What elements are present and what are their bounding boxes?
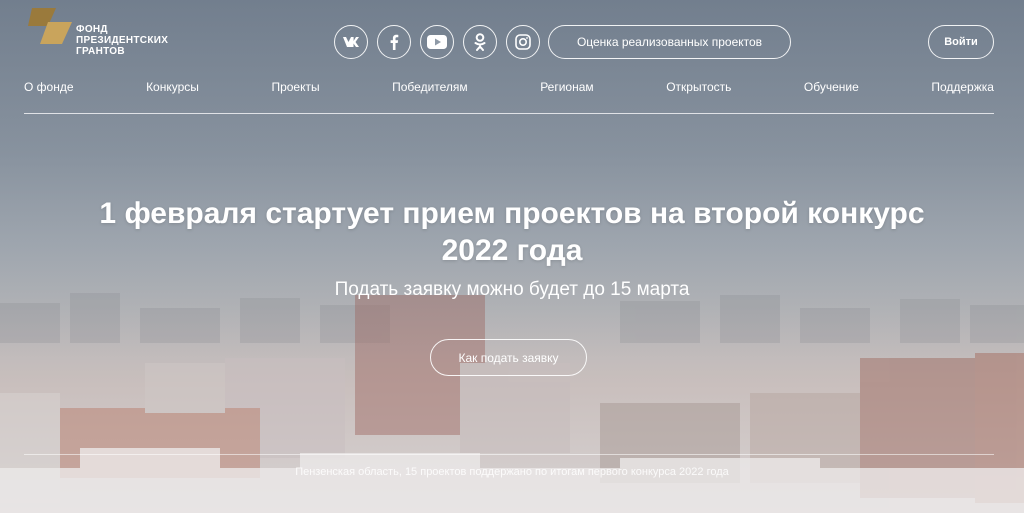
hero-title-line: 2022 года: [441, 234, 583, 267]
youtube-icon[interactable]: [420, 25, 454, 59]
instagram-icon[interactable]: [506, 25, 540, 59]
logo-mark-icon: [28, 6, 72, 46]
social-links: [334, 25, 540, 59]
nav-item-support[interactable]: Поддержка: [931, 80, 994, 94]
logo-line: ФОНД: [76, 24, 108, 35]
logo-line: ПРЕЗИДЕНТСКИХ: [76, 35, 169, 46]
vk-icon[interactable]: [334, 25, 368, 59]
rate-projects-button[interactable]: Оценка реализованных проектов: [548, 25, 791, 59]
photo-caption: Пензенская область, 15 проектов поддержа…: [295, 466, 729, 478]
nav-item-winners[interactable]: Победителям: [392, 80, 468, 94]
hero-subtitle: Подать заявку можно будет до 15 марта: [334, 279, 690, 300]
hero-title-line: 1 февраля стартует прием проектов на вто…: [99, 197, 925, 230]
logo-line: ГРАНТОВ: [76, 46, 125, 57]
nav-item-education[interactable]: Обучение: [804, 80, 859, 94]
facebook-icon[interactable]: [377, 25, 411, 59]
nav-item-projects[interactable]: Проекты: [271, 80, 319, 94]
hero-title: 1 февраля стартует прием проектов на вто…: [20, 195, 1004, 269]
login-button[interactable]: Войти: [928, 25, 994, 59]
logo-text: ФОНД ПРЕЗИДЕНТСКИХ ГРАНТОВ: [76, 24, 168, 57]
how-to-apply-button[interactable]: Как подать заявку: [430, 339, 587, 376]
caption-divider: [24, 454, 994, 455]
nav-item-openness[interactable]: Открытость: [666, 80, 731, 94]
nav-item-regions[interactable]: Регионам: [540, 80, 593, 94]
main-nav: О фонде Конкурсы Проекты Победителям Рег…: [24, 80, 994, 94]
odnoklassniki-icon[interactable]: [463, 25, 497, 59]
nav-item-about[interactable]: О фонде: [24, 80, 74, 94]
site-logo[interactable]: ФОНД ПРЕЗИДЕНТСКИХ ГРАНТОВ: [28, 6, 168, 57]
nav-item-contests[interactable]: Конкурсы: [146, 80, 199, 94]
nav-divider: [24, 113, 994, 114]
